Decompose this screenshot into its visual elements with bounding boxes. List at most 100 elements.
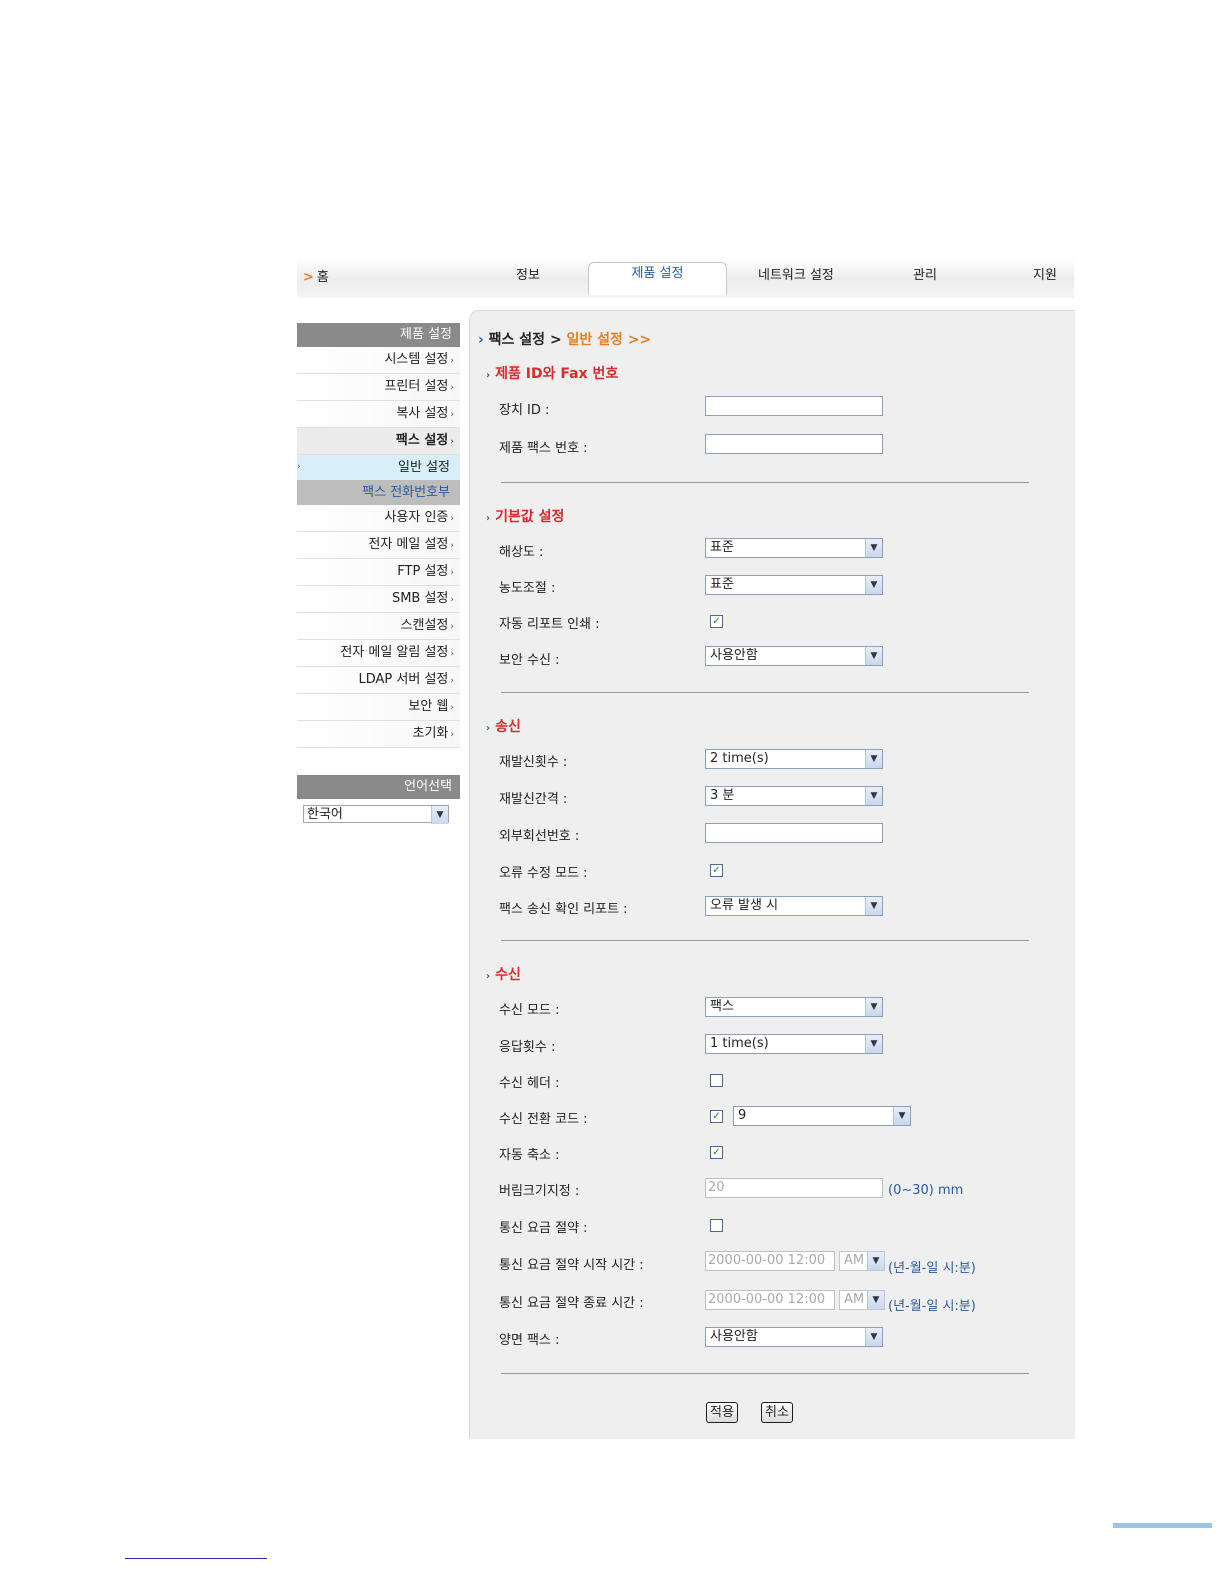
sidebar-item-label: 프린터 설정	[384, 379, 449, 394]
sidebar-item-fax[interactable]: 팩스 설정 ›	[297, 428, 460, 455]
auto-reduce-checkbox[interactable]: ✓	[710, 1146, 723, 1159]
auto-report-label: 자동 리포트 인쇄 :	[499, 617, 600, 632]
ecm-label: 오류 수정 모드 :	[499, 866, 588, 881]
top-navigation: > 홈 정보 제품 설정 네트워크 설정 관리 지원	[297, 258, 1074, 298]
chevron-right-icon: ›	[450, 410, 454, 420]
receive-code-select[interactable]: 9 ▼	[733, 1106, 911, 1126]
sidebar-item-label: LDAP 서버 설정	[358, 672, 449, 687]
sidebar: 제품 설정 시스템 설정 › 프린터 설정 › 복사 설정 › 팩스 설정 › › 일반 …	[297, 323, 460, 748]
nav-info[interactable]: 정보	[516, 264, 540, 283]
secure-receive-select[interactable]: 사용안함 ▼	[705, 646, 883, 666]
sidebar-item-printer[interactable]: 프린터 설정 ›	[297, 374, 460, 401]
darkness-select[interactable]: 표준 ▼	[705, 575, 883, 595]
receive-code-value: 9	[738, 1108, 747, 1123]
dropdown-arrow-icon: ▼	[867, 1291, 884, 1309]
divider	[501, 482, 1029, 483]
sidebar-item-reset[interactable]: 초기화 ›	[297, 721, 460, 748]
duplex-fax-value: 사용안함	[710, 1329, 758, 1344]
nav-home-label: 홈	[316, 270, 329, 285]
toll-end-field[interactable]: 2000-00-00 12:00	[705, 1290, 835, 1310]
chevron-right-icon: ›	[450, 541, 454, 551]
redial-interval-label: 재발신간격 :	[499, 792, 568, 807]
nav-product-settings[interactable]: 제품 설정	[588, 262, 727, 295]
toll-start-ampm-select[interactable]: AM ▼	[839, 1251, 885, 1271]
chevron-right-icon: ›	[450, 383, 454, 393]
sidebar-item-secure-web[interactable]: 보안 웹 ›	[297, 694, 460, 721]
apply-button[interactable]: 적용	[706, 1402, 738, 1423]
page-corner-bar	[1113, 1523, 1212, 1528]
device-id-field[interactable]	[705, 396, 883, 416]
nav-home[interactable]: > 홈	[303, 266, 329, 285]
toll-end-ampm-select[interactable]: AM ▼	[839, 1290, 885, 1310]
discard-size-label: 버림크기지정 :	[499, 1184, 580, 1199]
divider	[501, 692, 1029, 693]
secure-receive-label: 보안 수신 :	[499, 653, 560, 668]
ecm-checkbox[interactable]: ✓	[710, 864, 723, 877]
device-id-label: 장치 ID :	[499, 403, 550, 418]
section-title-id: › 제품 ID와 Fax 번호	[486, 363, 618, 383]
redial-times-select[interactable]: 2 time(s) ▼	[705, 749, 883, 769]
language-select[interactable]: 한국어 ▼	[303, 805, 449, 824]
checkmark-icon: ✓	[712, 865, 721, 876]
sidebar-item-ldap[interactable]: LDAP 서버 설정 ›	[297, 667, 460, 694]
sidebar-header: 제품 설정	[297, 323, 460, 347]
receive-mode-value: 팩스	[710, 999, 734, 1014]
chevron-right-icon: >	[303, 270, 314, 285]
redial-interval-select[interactable]: 3 분 ▼	[705, 786, 883, 806]
toll-save-checkbox[interactable]	[710, 1219, 723, 1232]
sidebar-item-label: FTP 설정	[397, 564, 449, 579]
chevron-right-icon: ›	[450, 676, 454, 686]
rings-select[interactable]: 1 time(s) ▼	[705, 1034, 883, 1054]
sidebar-item-system[interactable]: 시스템 설정 ›	[297, 347, 460, 374]
breadcrumb: › 팩스 설정 > 일반 설정 >>	[478, 329, 651, 349]
send-confirm-label: 팩스 송신 확인 리포트 :	[499, 902, 628, 917]
main-panel: › 팩스 설정 > 일반 설정 >> › 제품 ID와 Fax 번호 장치 ID …	[469, 310, 1075, 1439]
send-confirm-select[interactable]: 오류 발생 시 ▼	[705, 896, 883, 916]
divider	[501, 940, 1029, 941]
toll-end-hint: (년-월-일 시:분)	[888, 1299, 976, 1314]
sidebar-item-ftp[interactable]: FTP 설정 ›	[297, 559, 460, 586]
receive-code-checkbox[interactable]: ✓	[710, 1110, 723, 1123]
chevron-right-icon: ›	[450, 514, 454, 524]
receive-header-checkbox[interactable]	[710, 1074, 723, 1087]
sidebar-item-email[interactable]: 전자 메일 설정 ›	[297, 532, 460, 559]
nav-support[interactable]: 지원	[1033, 264, 1057, 283]
sidebar-item-label: 스캔설정	[400, 618, 449, 633]
section-title-label: 수신	[495, 967, 521, 983]
sidebar-item-label: 시스템 설정	[384, 352, 449, 367]
toll-start-field[interactable]: 2000-00-00 12:00	[705, 1251, 835, 1271]
chevron-right-icon: ›	[450, 595, 454, 605]
sidebar-item-label: 사용자 인증	[384, 510, 449, 525]
sidebar-item-label: 초기화	[412, 726, 449, 741]
sidebar-item-copy[interactable]: 복사 설정 ›	[297, 401, 460, 428]
duplex-fax-label: 양면 팩스 :	[499, 1333, 560, 1348]
chevron-right-icon: ›	[486, 370, 491, 381]
redial-times-value: 2 time(s)	[710, 751, 769, 766]
auto-reduce-label: 자동 축소 :	[499, 1148, 560, 1163]
discard-size-field[interactable]: 20	[705, 1178, 883, 1198]
sidebar-item-smb[interactable]: SMB 설정 ›	[297, 586, 460, 613]
fax-number-field[interactable]	[705, 434, 883, 454]
breadcrumb-parent[interactable]: 팩스 설정	[489, 332, 545, 348]
chevron-right-icon: ›	[486, 723, 491, 734]
sidebar-item-scan[interactable]: 스캔설정 ›	[297, 613, 460, 640]
toll-end-label: 통신 요금 절약 종료 시간 :	[499, 1296, 644, 1311]
receive-mode-select[interactable]: 팩스 ▼	[705, 997, 883, 1017]
nav-management[interactable]: 관리	[913, 264, 937, 283]
resolution-select[interactable]: 표준 ▼	[705, 538, 883, 558]
dropdown-arrow-icon: ▼	[865, 1035, 882, 1053]
toll-start-label: 통신 요금 절약 시작 시간 :	[499, 1258, 644, 1273]
cancel-button[interactable]: 취소	[761, 1402, 793, 1423]
resolution-value: 표준	[710, 540, 734, 555]
sidebar-item-user-auth[interactable]: 사용자 인증 ›	[297, 505, 460, 532]
sidebar-subitem-phonebook[interactable]: 팩스 전화번호부	[297, 480, 460, 505]
prefix-dial-field[interactable]	[705, 823, 883, 843]
sidebar-subitem-general[interactable]: › 일반 설정	[297, 455, 460, 480]
section-title-label: 기본값 설정	[495, 509, 565, 525]
dropdown-arrow-icon: ▼	[865, 1328, 882, 1346]
receive-mode-label: 수신 모드 :	[499, 1003, 560, 1018]
auto-report-checkbox[interactable]: ✓	[710, 615, 723, 628]
duplex-fax-select[interactable]: 사용안함 ▼	[705, 1327, 883, 1347]
nav-network-settings[interactable]: 네트워크 설정	[758, 264, 834, 283]
sidebar-item-email-alert[interactable]: 전자 메일 알림 설정 ›	[297, 640, 460, 667]
